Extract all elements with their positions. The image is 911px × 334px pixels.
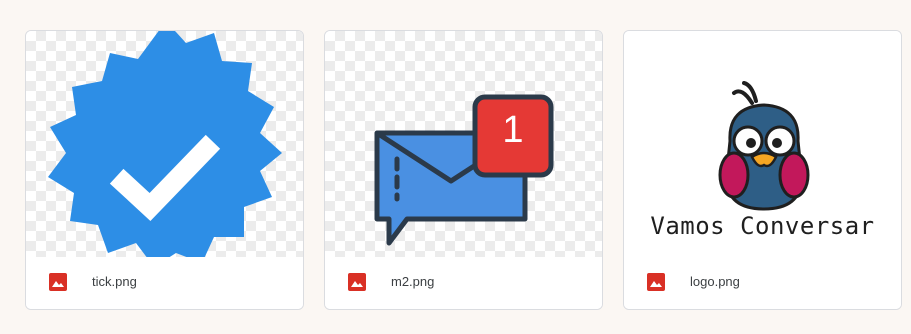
file-name: m2.png [391,274,435,289]
file-card-logo[interactable]: Vamos Conversar logo.png [623,30,902,310]
image-file-icon [49,273,67,291]
image-file-icon [348,273,366,291]
file-thumbnail: Vamos Conversar [624,31,901,257]
file-card-m2[interactable]: 1 m2.png [324,30,603,310]
file-footer: m2.png [325,257,602,309]
image-file-icon [647,273,665,291]
file-thumbnail: 1 [325,31,602,257]
notification-badge-count: 1 [502,109,524,151]
file-card-tick[interactable]: tick.png [25,30,304,310]
file-grid: tick.png 1 m2.png Vamos Conversar logo.p… [0,0,911,334]
file-name: logo.png [690,274,740,289]
file-name: tick.png [92,274,137,289]
logo-text: Vamos Conversar [650,212,875,240]
file-footer: tick.png [26,257,303,309]
file-footer: logo.png [624,257,901,309]
file-thumbnail [26,31,303,257]
mail-notification-icon [374,94,554,246]
verified-badge-icon [48,31,282,257]
